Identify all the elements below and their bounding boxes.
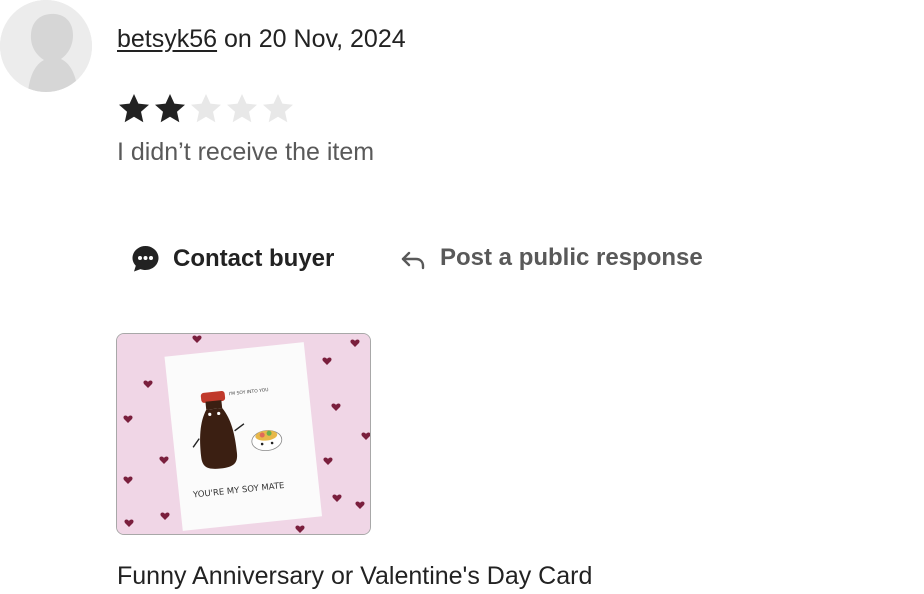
post-public-response-label: Post a public response [440,244,703,271]
star-empty-icon [263,94,293,123]
star-filled-icon [119,94,149,123]
star-rating [116,91,296,127]
contact-buyer-label: Contact buyer [173,244,335,272]
review-text: I didn’t receive the item [117,138,375,166]
star-empty-icon [227,94,257,123]
greeting-card: I'M SOY INTO YOU YOU'RE MY SOY MATE [164,342,323,531]
default-avatar-icon [0,0,92,92]
listing-title-link[interactable]: Funny Anniversary or Valentine's Day Car… [117,560,592,592]
chat-bubble-icon [132,246,159,272]
listing-thumbnail[interactable]: I'M SOY INTO YOU YOU'RE MY SOY MATE [116,333,371,535]
star-empty-icon [191,94,221,123]
user-avatar[interactable] [0,0,92,92]
reviewer-username-link[interactable]: betsyk56 [117,25,217,53]
listing-image: I'M SOY INTO YOU YOU'RE MY SOY MATE [117,334,370,534]
review-date: on 20 Nov, 2024 [217,25,406,53]
contact-buyer-button[interactable]: Contact buyer [130,243,334,274]
reply-arrow-icon [401,251,425,270]
post-public-response-button[interactable]: Post a public response [398,243,703,273]
star-filled-icon [155,94,185,123]
review-byline: betsyk56 on 20 Nov, 2024 [117,24,406,54]
